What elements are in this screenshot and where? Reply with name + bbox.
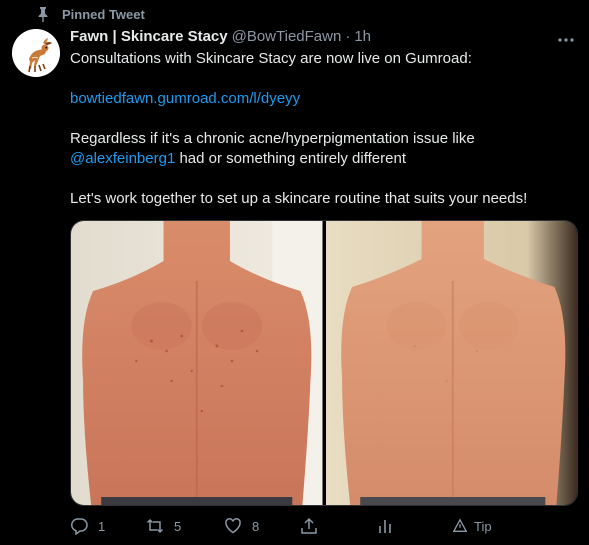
user-handle[interactable]: @BowTiedFawn [232, 27, 342, 47]
tweet-text-line: Consultations with Skincare Stacy are no… [70, 50, 472, 67]
analytics-icon [379, 520, 391, 533]
tweet-actions: 1 5 8 Tip [70, 514, 510, 538]
tweet-text: Consultations with Skincare Stacy are no… [70, 49, 576, 209]
mention-link[interactable]: @alexfeinberg1 [70, 150, 175, 167]
before-photo[interactable] [71, 221, 323, 505]
pinned-tweet-indicator: Pinned Tweet [36, 6, 145, 22]
separator-dot: · [345, 28, 351, 45]
tip-button[interactable]: Tip [452, 518, 492, 534]
tweet-text-line: Let's work together to set up a skincare… [70, 190, 528, 207]
retweet-button[interactable]: 5 [146, 517, 224, 535]
display-name[interactable]: Fawn | Skincare Stacy [70, 27, 228, 47]
share-icon [301, 517, 317, 534]
reply-icon [70, 518, 88, 535]
tip-label: Tip [474, 518, 492, 534]
analytics-button[interactable] [376, 517, 452, 535]
pin-icon [38, 7, 48, 22]
after-photo[interactable] [325, 221, 577, 505]
tweet-text-line: Regardless if it's a chronic acne/hyperp… [70, 130, 475, 147]
tweet-timestamp[interactable]: 1h [354, 27, 371, 47]
share-button[interactable] [300, 517, 376, 535]
after-back-image [325, 221, 577, 505]
gumroad-link[interactable]: bowtiedfawn.gumroad.com/l/dyeyy [70, 90, 300, 107]
like-count: 8 [252, 518, 260, 534]
like-button[interactable]: 8 [224, 517, 300, 535]
tweet-content: Fawn | Skincare Stacy @BowTiedFawn · 1h … [70, 27, 576, 209]
retweet-count: 5 [174, 518, 182, 534]
before-back-image [71, 221, 323, 505]
avatar[interactable] [12, 29, 60, 77]
tweet-text-line: had or something entirely different [175, 150, 406, 167]
tweet-media[interactable] [70, 220, 578, 506]
reply-count: 1 [98, 518, 106, 534]
heart-icon [225, 518, 241, 534]
retweet-icon [146, 518, 164, 534]
tip-icon [452, 518, 468, 532]
pinned-label: Pinned Tweet [62, 6, 145, 22]
more-icon[interactable] [556, 30, 576, 48]
reply-button[interactable]: 1 [70, 517, 146, 535]
fawn-avatar-image [12, 29, 60, 77]
tweet-header: Fawn | Skincare Stacy @BowTiedFawn · 1h [70, 27, 576, 47]
